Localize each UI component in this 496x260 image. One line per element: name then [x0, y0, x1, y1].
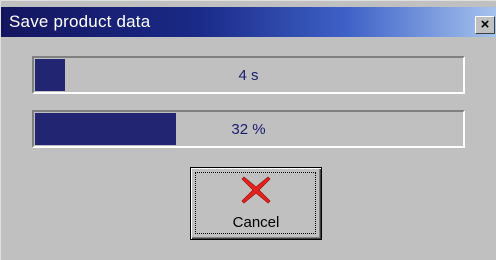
- title-bar[interactable]: Save product data ×: [1, 7, 496, 37]
- window-title: Save product data: [9, 12, 151, 31]
- cancel-button-label: Cancel: [232, 214, 280, 231]
- close-icon: ×: [480, 16, 490, 33]
- save-dialog-window: Save product data × 4 s 32 % Cancel: [0, 0, 496, 260]
- close-button[interactable]: ×: [475, 16, 495, 34]
- cancel-button[interactable]: Cancel: [190, 167, 322, 240]
- time-progress-label: 4 s: [238, 67, 259, 84]
- percent-progress-label: 32 %: [231, 121, 266, 138]
- percent-progress-bar: 32 %: [32, 110, 465, 148]
- cancel-x-icon: [241, 176, 271, 204]
- time-progress-bar: 4 s: [32, 56, 465, 94]
